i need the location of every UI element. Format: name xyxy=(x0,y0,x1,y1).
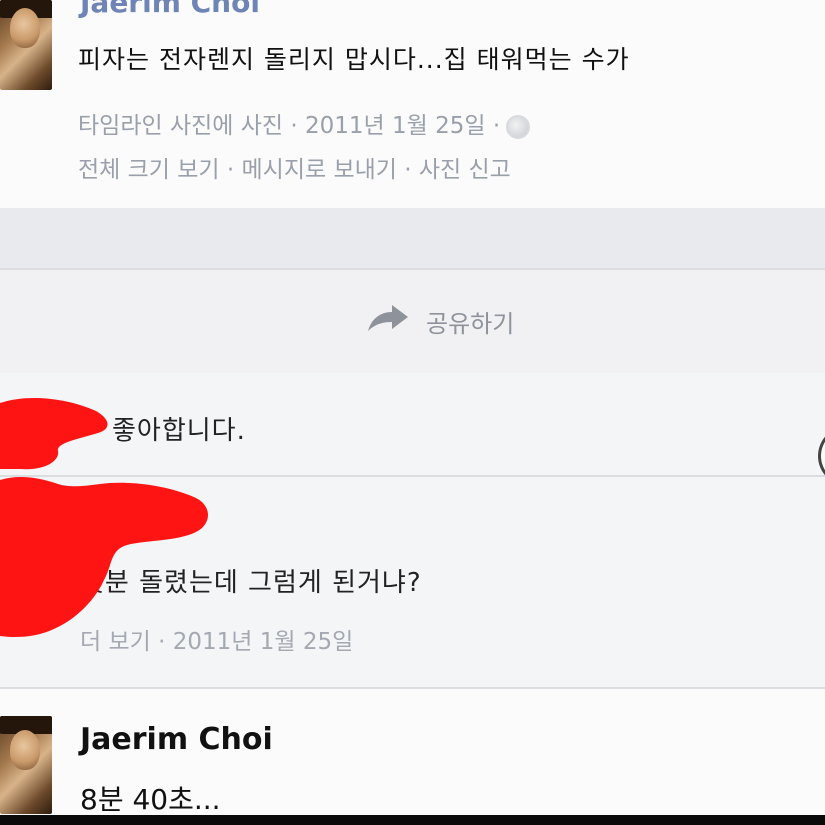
share-arrow-icon[interactable] xyxy=(366,303,410,333)
post-author-name[interactable]: Jaerim Choi xyxy=(80,0,260,19)
post-meta-text[interactable]: 타임라인 사진에 사진 · 2011년 1월 25일 · xyxy=(78,113,500,139)
globe-icon xyxy=(506,114,531,139)
post-meta-line: 타임라인 사진에 사진 · 2011년 1월 25일 · xyxy=(78,106,531,140)
post-text: 피자는 전자렌지 돌리지 맙시다...집 태워먹는 수가 xyxy=(78,45,630,74)
censor-mark xyxy=(0,477,208,638)
share-button[interactable]: 공유하기 xyxy=(426,304,514,339)
likes-text[interactable]: 좋아합니다. xyxy=(112,410,246,447)
post-actions-line[interactable]: 전체 크기 보기 · 메시지로 보내기 · 사진 신고 xyxy=(78,150,511,184)
share-bar xyxy=(0,268,825,375)
author-avatar[interactable] xyxy=(0,0,52,90)
reply-avatar[interactable] xyxy=(0,716,52,814)
bottom-edge xyxy=(0,815,825,825)
reply-text: 8분 40초... xyxy=(80,783,221,816)
reply-author-name[interactable]: Jaerim Choi xyxy=(80,722,273,757)
